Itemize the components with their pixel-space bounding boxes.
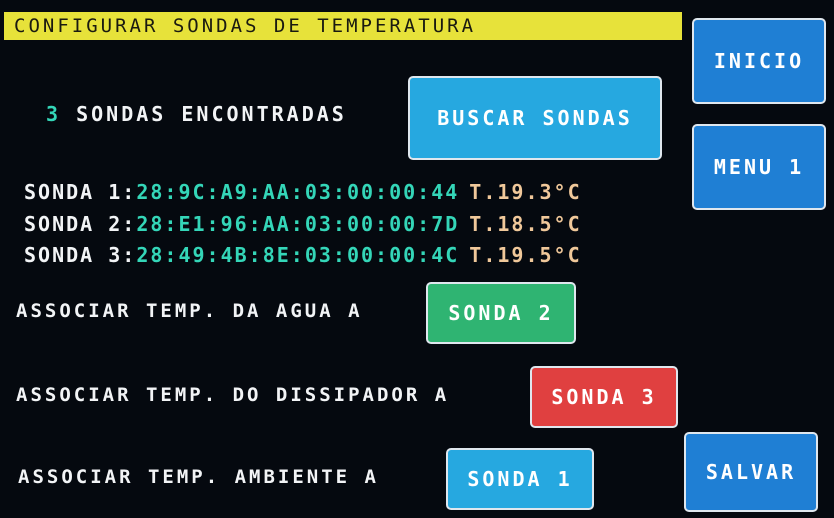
probe-name: SONDA 2 [24, 212, 123, 236]
probe-row-2: SONDA 2:28:E1:96:AA:03:00:00:7D T.18.5°C [24, 212, 582, 236]
probes-found-text: 3 SONDAS ENCONTRADAS [46, 102, 347, 126]
ambient-probe-button[interactable]: SONDA 1 [446, 448, 594, 510]
heatsink-temp-label: ASSOCIAR TEMP. DO DISSIPADOR A [16, 384, 450, 406]
inicio-button[interactable]: INICIO [692, 18, 826, 104]
probe-temperature: T.19.5°C [469, 243, 582, 267]
probe-name: SONDA 3 [24, 243, 123, 267]
water-probe-button[interactable]: SONDA 2 [426, 282, 576, 344]
probe-row-3: SONDA 3:28:49:4B:8E:03:00:00:4C T.19.5°C [24, 243, 582, 267]
probe-count: 3 [46, 102, 62, 126]
probe-separator: : [122, 180, 137, 204]
probe-name: SONDA 1 [24, 180, 123, 204]
probe-row-1: SONDA 1:28:9C:A9:AA:03:00:00:44 T.19.3°C [24, 180, 582, 204]
probe-temperature: T.18.5°C [469, 212, 582, 236]
search-probes-button[interactable]: BUSCAR SONDAS [408, 76, 662, 160]
page-title: CONFIGURAR SONDAS DE TEMPERATURA [4, 12, 682, 40]
probe-temperature: T.19.3°C [469, 180, 582, 204]
probe-separator: : [122, 212, 137, 236]
water-temp-label: ASSOCIAR TEMP. DA AGUA A [16, 300, 363, 322]
menu-1-button[interactable]: MENU 1 [692, 124, 826, 210]
probe-config-screen: CONFIGURAR SONDAS DE TEMPERATURA INICIO … [0, 0, 834, 518]
save-button[interactable]: SALVAR [684, 432, 818, 512]
heatsink-probe-button[interactable]: SONDA 3 [530, 366, 678, 428]
ambient-temp-label: ASSOCIAR TEMP. AMBIENTE A [18, 466, 379, 488]
probe-address: 28:9C:A9:AA:03:00:00:44 [136, 180, 460, 204]
probe-address: 28:49:4B:8E:03:00:00:4C [136, 243, 460, 267]
probe-address: 28:E1:96:AA:03:00:00:7D [136, 212, 460, 236]
probe-separator: : [122, 243, 137, 267]
probes-found-label: SONDAS ENCONTRADAS [76, 102, 347, 126]
